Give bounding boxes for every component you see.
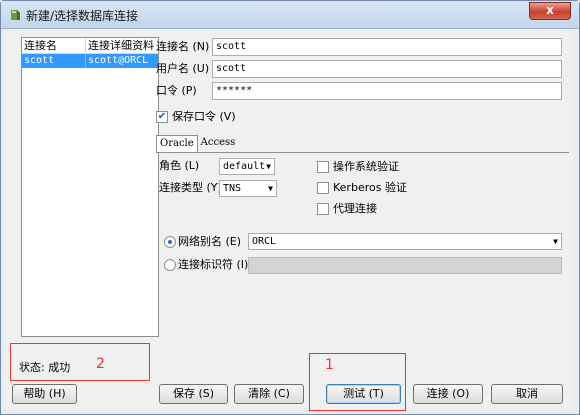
chevron-down-icon: ▼ — [266, 162, 271, 171]
annotation-number-1: 1 — [325, 357, 334, 373]
proxy-checkbox[interactable] — [317, 203, 329, 215]
list-item[interactable]: scott scott@ORCL — [22, 54, 158, 68]
tab-panel-divider — [156, 152, 569, 154]
conn-type-value: TNS — [223, 183, 242, 194]
database-icon — [11, 10, 20, 20]
conn-type-select[interactable]: TNS ▼ — [219, 180, 277, 197]
conn-id-input — [248, 257, 562, 274]
password-input[interactable]: ****** — [212, 82, 562, 100]
net-alias-label: 网络别名 (E) — [178, 235, 242, 248]
help-button[interactable]: 帮助 (H) — [12, 384, 77, 404]
net-alias-value: ORCL — [252, 236, 277, 247]
user-label: 用户名 (U) — [156, 62, 210, 75]
clear-button[interactable]: 清除 (C) — [234, 384, 304, 404]
tab-oracle[interactable]: Oracle — [156, 135, 198, 152]
list-item-name: scott — [22, 54, 86, 68]
annotation-box-1 — [309, 353, 406, 411]
save-password-checkbox[interactable]: ✔ — [156, 111, 168, 123]
connect-button[interactable]: 连接 (O) — [413, 384, 483, 404]
save-password-label: 保存口令 (V) — [172, 110, 236, 123]
conn-name-label: 连接名 (N) — [156, 40, 210, 53]
list-header: 连接名 连接详细资料 — [22, 38, 158, 54]
user-input[interactable]: scott — [212, 60, 562, 78]
role-label: 角色 (L) — [159, 159, 200, 172]
title-bar[interactable]: 新建/选择数据库连接 x — [1, 1, 579, 29]
save-button[interactable]: 保存 (S) — [159, 384, 228, 404]
role-select[interactable]: default ▼ — [219, 158, 275, 175]
column-header-name[interactable]: 连接名 — [22, 38, 86, 53]
column-header-detail[interactable]: 连接详细资料 — [86, 38, 158, 53]
net-alias-radio[interactable] — [164, 236, 176, 248]
chevron-down-icon: ▼ — [553, 237, 558, 246]
conn-name-input[interactable]: scott — [212, 38, 562, 56]
os-auth-checkbox[interactable] — [317, 161, 329, 173]
kerberos-label: Kerberos 验证 — [333, 181, 407, 194]
password-label: 口令 (P) — [156, 84, 197, 97]
kerberos-checkbox[interactable] — [317, 182, 329, 194]
cancel-button[interactable]: 取消 — [491, 384, 563, 404]
dialog-window: 新建/选择数据库连接 x 连接名 连接详细资料 scott scott@ORCL… — [0, 0, 580, 415]
connection-list[interactable]: 连接名 连接详细资料 scott scott@ORCL — [21, 37, 159, 337]
dialog-body: 连接名 连接详细资料 scott scott@ORCL 状态: 成功 连接名 (… — [7, 31, 573, 411]
tab-bar: Oracle Access — [156, 135, 238, 153]
close-button[interactable]: x — [529, 2, 571, 20]
chevron-down-icon: ▼ — [268, 184, 273, 193]
conn-id-radio[interactable] — [164, 259, 176, 271]
annotation-box-2 — [10, 343, 150, 381]
net-alias-select[interactable]: ORCL ▼ — [248, 233, 562, 250]
annotation-number-2: 2 — [96, 356, 105, 372]
role-value: default — [223, 161, 266, 172]
proxy-label: 代理连接 — [333, 202, 377, 215]
conn-type-label: 连接类型 (Y) — [159, 181, 222, 194]
tab-access[interactable]: Access — [198, 135, 239, 152]
os-auth-label: 操作系统验证 — [333, 160, 399, 173]
window-title: 新建/选择数据库连接 — [26, 9, 139, 23]
list-item-detail: scott@ORCL — [88, 55, 149, 66]
conn-id-label: 连接标识符 (I) — [178, 258, 249, 271]
